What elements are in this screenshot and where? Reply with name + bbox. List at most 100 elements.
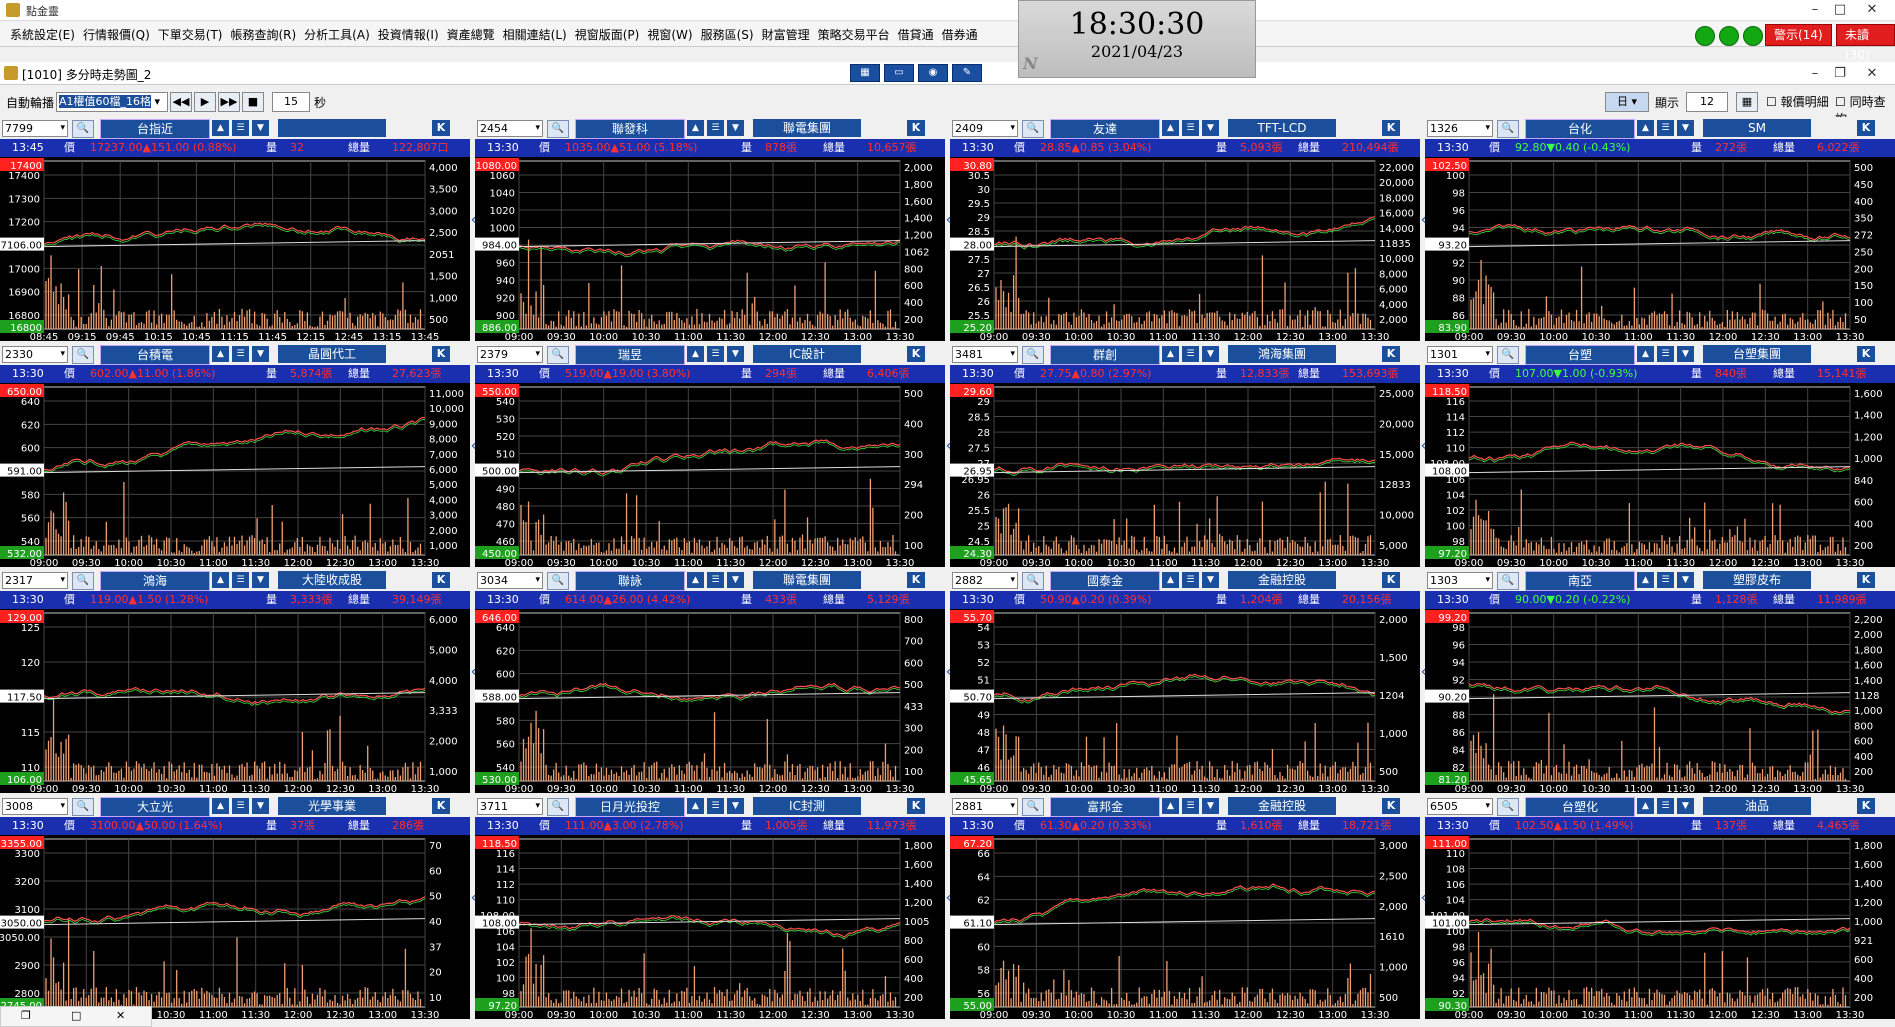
stock-name-tab[interactable]: 大立光 <box>100 797 210 817</box>
up-arrow-icon[interactable]: ▲ <box>687 346 704 362</box>
list-icon[interactable]: ☰ <box>232 120 249 136</box>
search-icon[interactable]: 🔍 <box>72 798 94 816</box>
stock-code-input[interactable]: 1301 ▾ <box>1427 346 1493 363</box>
up-arrow-icon[interactable]: ▲ <box>212 798 229 814</box>
stock-code-input[interactable]: 3711 ▾ <box>477 798 543 815</box>
list-icon[interactable]: ☰ <box>232 798 249 814</box>
k-chart-button[interactable]: K <box>432 346 450 362</box>
search-icon[interactable]: 🔍 <box>1497 798 1519 816</box>
dropdown-icon[interactable]: ▼ <box>252 120 269 136</box>
k-chart-button[interactable]: K <box>432 120 450 136</box>
stock-code-input[interactable]: 2881 ▾ <box>952 798 1018 815</box>
group-name-tab[interactable]: 大陸收成股 <box>278 571 386 589</box>
up-arrow-icon[interactable]: ▲ <box>1162 798 1179 814</box>
up-arrow-icon[interactable]: ▲ <box>1637 120 1654 136</box>
k-chart-button[interactable]: K <box>1857 120 1875 136</box>
stock-name-tab[interactable]: 日月光投控 <box>575 797 685 817</box>
k-chart-button[interactable]: K <box>907 120 925 136</box>
menu-item[interactable]: 資產總覽 <box>447 26 495 43</box>
dropdown-icon[interactable]: ▼ <box>727 120 744 136</box>
up-arrow-icon[interactable]: ▲ <box>212 572 229 588</box>
record-icon[interactable]: ◉ <box>918 64 948 82</box>
group-name-tab[interactable]: 聯電集團 <box>753 119 861 137</box>
list-icon[interactable]: ☰ <box>1657 346 1674 362</box>
list-icon[interactable]: ☰ <box>1182 120 1199 136</box>
dropdown-icon[interactable]: ▼ <box>727 572 744 588</box>
search-icon[interactable]: 🔍 <box>72 572 94 590</box>
stock-name-tab[interactable]: 台指近 <box>100 119 210 139</box>
up-arrow-icon[interactable]: ▲ <box>1637 572 1654 588</box>
stock-name-tab[interactable]: 富邦金 <box>1050 797 1160 817</box>
menu-item[interactable]: 視窗(W) <box>647 26 692 43</box>
menu-item[interactable]: 相關連結(L) <box>503 26 567 43</box>
dropdown-icon[interactable]: ▼ <box>252 346 269 362</box>
k-chart-button[interactable]: K <box>1382 120 1400 136</box>
interval-stepper[interactable]: 15 <box>272 92 310 112</box>
close-icon[interactable]: ✕ <box>1852 0 1892 20</box>
stop-icon[interactable]: ■ <box>242 92 264 112</box>
stock-code-input[interactable]: 2454 ▾ <box>477 120 543 137</box>
stock-code-input[interactable]: 3008 ▾ <box>2 798 68 815</box>
search-icon[interactable]: 🔍 <box>72 346 94 364</box>
k-chart-button[interactable]: K <box>1382 572 1400 588</box>
stock-name-tab[interactable]: 聯詠 <box>575 571 685 591</box>
k-chart-button[interactable]: K <box>1857 346 1875 362</box>
group-select[interactable]: A1權值60檔_16格 ▾ <box>56 92 168 112</box>
up-arrow-icon[interactable]: ▲ <box>1637 346 1654 362</box>
list-icon[interactable]: ☰ <box>707 572 724 588</box>
pin-icon[interactable]: ✎ <box>952 64 982 82</box>
search-icon[interactable]: 🔍 <box>1497 572 1519 590</box>
grid-layout-icon[interactable]: ▦ <box>1736 92 1758 112</box>
group-name-tab[interactable]: 金融控股 <box>1228 571 1336 589</box>
up-arrow-icon[interactable]: ▲ <box>212 120 229 136</box>
group-name-tab[interactable]: SM <box>1703 119 1811 137</box>
group-name-tab[interactable]: 聯電集團 <box>753 571 861 589</box>
dropdown-icon[interactable]: ▼ <box>727 346 744 362</box>
stock-code-input[interactable]: 7799 ▾ <box>2 120 68 137</box>
close-small-icon[interactable]: ✕ <box>116 1009 125 1022</box>
search-icon[interactable]: 🔍 <box>72 120 94 138</box>
stock-name-tab[interactable]: 友達 <box>1050 119 1160 139</box>
window-icon[interactable]: ▭ <box>884 64 914 82</box>
search-icon[interactable]: 🔍 <box>1497 120 1519 138</box>
dropdown-icon[interactable]: ▼ <box>1677 346 1694 362</box>
group-name-tab[interactable] <box>278 119 386 137</box>
play-icon[interactable]: ▶ <box>194 92 216 112</box>
stock-code-input[interactable]: 2379 ▾ <box>477 346 543 363</box>
menu-item[interactable]: 借券通 <box>942 26 978 43</box>
menu-item[interactable]: 下單交易(T) <box>158 26 223 43</box>
list-icon[interactable]: ☰ <box>707 798 724 814</box>
stock-code-input[interactable]: 3034 ▾ <box>477 572 543 589</box>
stock-name-tab[interactable]: 台化 <box>1525 119 1635 139</box>
stock-code-input[interactable]: 3481 ▾ <box>952 346 1018 363</box>
dropdown-icon[interactable]: ▼ <box>1677 572 1694 588</box>
stock-code-input[interactable]: 1326 ▾ <box>1427 120 1493 137</box>
period-select[interactable]: 日 ▾ <box>1605 92 1649 112</box>
stock-code-input[interactable]: 6505 ▾ <box>1427 798 1493 815</box>
k-chart-button[interactable]: K <box>907 572 925 588</box>
dropdown-icon[interactable]: ▼ <box>252 798 269 814</box>
stock-code-input[interactable]: 1303 ▾ <box>1427 572 1493 589</box>
stock-code-input[interactable]: 2317 ▾ <box>2 572 68 589</box>
up-arrow-icon[interactable]: ▲ <box>687 120 704 136</box>
menu-item[interactable]: 帳務查詢(R) <box>230 26 296 43</box>
list-icon[interactable]: ☰ <box>707 346 724 362</box>
up-arrow-icon[interactable]: ▲ <box>212 346 229 362</box>
group-name-tab[interactable]: TFT-LCD <box>1228 119 1336 137</box>
up-arrow-icon[interactable]: ▲ <box>1162 572 1179 588</box>
k-chart-button[interactable]: K <box>1382 346 1400 362</box>
dropdown-icon[interactable]: ▼ <box>1677 120 1694 136</box>
minimized-window[interactable]: ❐ □ ✕ <box>0 1006 152 1027</box>
stock-name-tab[interactable]: 台積電 <box>100 345 210 365</box>
list-icon[interactable]: ☰ <box>232 346 249 362</box>
k-chart-button[interactable]: K <box>907 798 925 814</box>
menu-item[interactable]: 投資情報(I) <box>378 26 439 43</box>
group-name-tab[interactable]: 台塑集團 <box>1703 345 1811 363</box>
maximize-small-icon[interactable]: □ <box>71 1009 81 1022</box>
menu-item[interactable]: 系統設定(E) <box>10 26 75 43</box>
stock-name-tab[interactable]: 台塑化 <box>1525 797 1635 817</box>
group-name-tab[interactable]: 光學事業 <box>278 797 386 815</box>
fast-forward-icon[interactable]: ▶▶ <box>218 92 240 112</box>
menu-item[interactable]: 分析工具(A) <box>304 26 370 43</box>
k-chart-button[interactable]: K <box>1857 572 1875 588</box>
